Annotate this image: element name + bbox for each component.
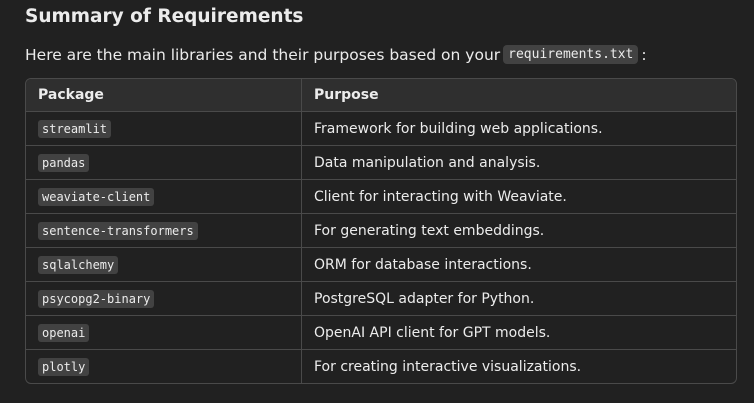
table-header-row: Package Purpose bbox=[26, 79, 736, 112]
package-name: plotly bbox=[38, 357, 90, 376]
purpose-cell: For generating text embeddings. bbox=[301, 213, 736, 248]
package-cell: weaviate-client bbox=[26, 179, 302, 214]
package-cell: sentence-transformers bbox=[26, 213, 302, 248]
requirements-table: Package Purpose streamlit Framework for … bbox=[25, 78, 737, 384]
package-cell: plotly bbox=[26, 349, 302, 383]
table-row: weaviate-client Client for interacting w… bbox=[26, 179, 736, 214]
section-heading: Summary of Requirements bbox=[25, 6, 304, 27]
intro-paragraph: Here are the main libraries and their pu… bbox=[25, 45, 647, 64]
purpose-cell: Data manipulation and analysis. bbox=[301, 145, 736, 180]
table-row: plotly For creating interactive visualiz… bbox=[26, 349, 736, 383]
package-cell: streamlit bbox=[26, 111, 302, 146]
intro-text: Here are the main libraries and their pu… bbox=[25, 45, 501, 64]
table-row: sentence-transformers For generating tex… bbox=[26, 213, 736, 248]
package-name: psycopg2-binary bbox=[38, 289, 155, 308]
purpose-cell: Client for interacting with Weaviate. bbox=[301, 179, 736, 214]
intro-text-end: : bbox=[641, 45, 647, 64]
package-name: weaviate-client bbox=[38, 187, 155, 206]
purpose-cell: PostgreSQL adapter for Python. bbox=[301, 281, 736, 316]
purpose-cell: Framework for building web applications. bbox=[301, 111, 736, 146]
purpose-cell: ORM for database interactions. bbox=[301, 247, 736, 282]
purpose-cell: OpenAI API client for GPT models. bbox=[301, 315, 736, 350]
package-cell: psycopg2-binary bbox=[26, 281, 302, 316]
table-row: streamlit Framework for building web app… bbox=[26, 111, 736, 146]
table-row: psycopg2-binary PostgreSQL adapter for P… bbox=[26, 281, 736, 316]
package-name: openai bbox=[38, 323, 90, 342]
package-cell: pandas bbox=[26, 145, 302, 180]
table-row: sqlalchemy ORM for database interactions… bbox=[26, 247, 736, 282]
inline-code-filename: requirements.txt bbox=[503, 45, 639, 64]
package-name: sqlalchemy bbox=[38, 255, 119, 274]
package-cell: openai bbox=[26, 315, 302, 350]
package-name: pandas bbox=[38, 153, 90, 172]
purpose-cell: For creating interactive visualizations. bbox=[314, 358, 582, 375]
package-name: sentence-transformers bbox=[38, 221, 198, 240]
table-row: pandas Data manipulation and analysis. bbox=[26, 145, 736, 180]
column-header-purpose: Purpose bbox=[301, 79, 736, 112]
table-row: openai OpenAI API client for GPT models. bbox=[26, 315, 736, 350]
package-name: streamlit bbox=[38, 119, 112, 138]
package-cell: sqlalchemy bbox=[26, 247, 302, 282]
column-header-package: Package bbox=[26, 79, 302, 112]
